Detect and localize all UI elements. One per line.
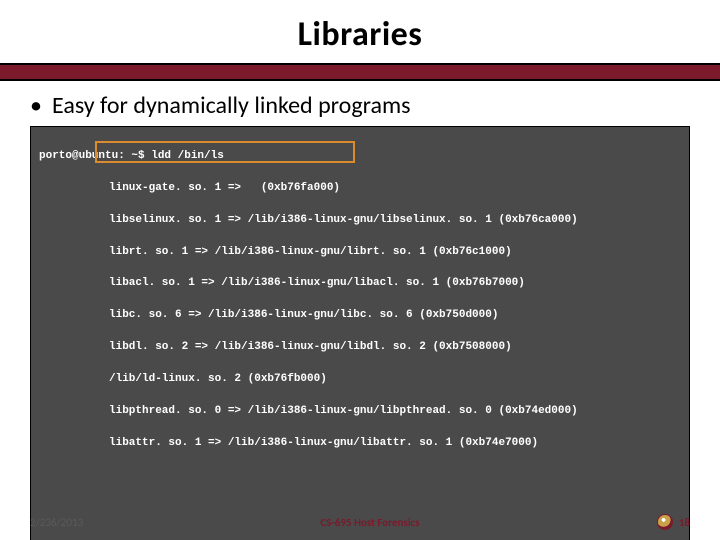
bullet-easy: Easy for dynamically linked programs: [30, 91, 690, 120]
terminal-line: librt. so. 1 => /lib/i386-linux-gnu/libr…: [39, 245, 681, 261]
divider: [0, 63, 720, 81]
terminal-line: libdl. so. 2 => /lib/i386-linux-gnu/libd…: [39, 340, 681, 356]
page-number: 18: [679, 516, 690, 529]
terminal-line: libc. so. 6 => /lib/i386-linux-gnu/libc.…: [39, 308, 681, 324]
content: Easy for dynamically linked programs por…: [0, 81, 720, 540]
bullet-list: Easy for dynamically linked programs: [30, 91, 690, 120]
footer-course: CS-695 Host Forensics: [83, 516, 657, 529]
terminal-output: porto@ubuntu: ~$ ldd /bin/ls linux-gate.…: [30, 126, 690, 540]
terminal-line: libpthread. so. 0 => /lib/i386-linux-gnu…: [39, 404, 681, 420]
footer-page-group: 18: [657, 514, 690, 530]
terminal-line: libacl. so. 1 => /lib/i386-linux-gnu/lib…: [39, 276, 681, 292]
footer-date: 2/236/2013: [30, 516, 83, 529]
terminal-line: libselinux. so. 1 => /lib/i386-linux-gnu…: [39, 213, 681, 229]
terminal-line: /lib/ld-linux. so. 2 (0xb76fb000): [39, 372, 681, 388]
page-title: Libraries: [0, 0, 720, 55]
footer: 2/236/2013 CS-695 Host Forensics 18: [0, 514, 720, 530]
terminal-line: linux-gate. so. 1 => (0xb76fa000): [39, 181, 681, 197]
seal-icon: [657, 514, 673, 530]
terminal-line: libattr. so. 1 => /lib/i386-linux-gnu/li…: [39, 436, 681, 452]
slide: Libraries Easy for dynamically linked pr…: [0, 0, 720, 540]
terminal-prompt: porto@ubuntu: ~$ ldd /bin/ls: [39, 149, 681, 165]
